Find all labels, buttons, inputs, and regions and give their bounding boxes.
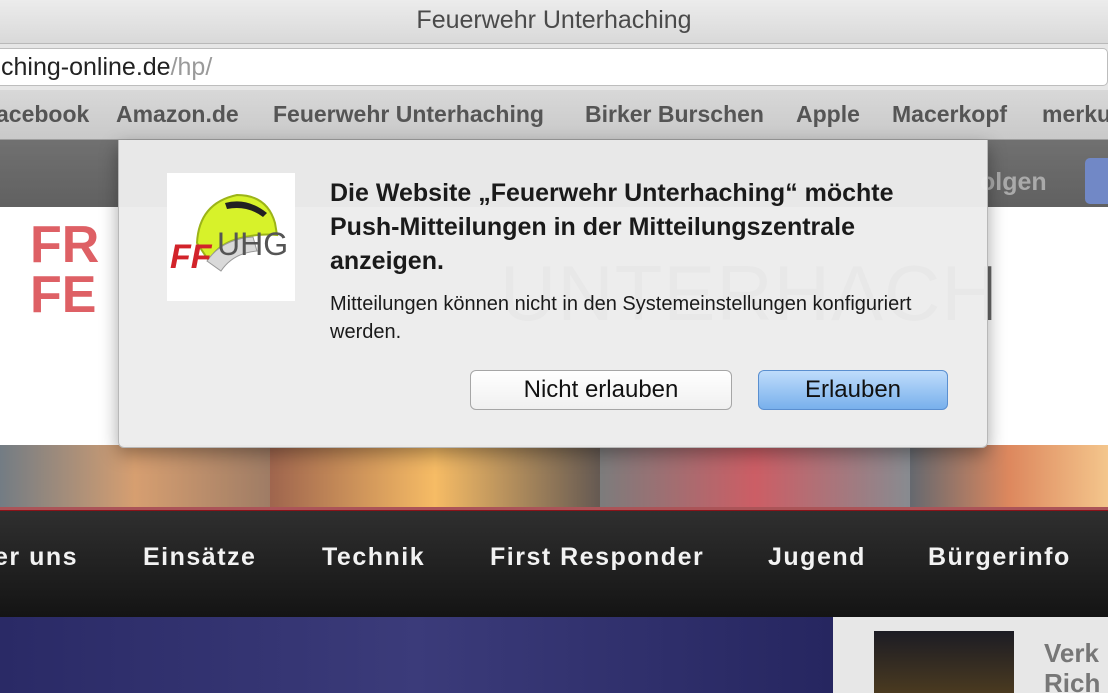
news-thumbnail[interactable]	[874, 631, 1014, 693]
bookmark-apple[interactable]: Apple	[796, 90, 860, 138]
svg-text:FF: FF	[170, 238, 213, 276]
svg-text:UHG: UHG	[217, 226, 288, 262]
allow-button[interactable]: Erlauben	[758, 370, 948, 410]
dialog-title: Die Website „Feuerwehr Unterhaching“ möc…	[330, 179, 894, 275]
news-headline-line-1: Verk	[1044, 638, 1099, 668]
nav-technik[interactable]: Technik	[322, 543, 425, 572]
window-title: Feuerwehr Unterhaching	[416, 6, 692, 34]
deny-button[interactable]: Nicht erlauben	[470, 370, 732, 410]
nav-buergerinfo[interactable]: Bürgerinfo	[928, 543, 1071, 572]
bookmark-amazon[interactable]: Amazon.de	[116, 90, 239, 138]
nav-first-responder[interactable]: First Responder	[490, 543, 704, 572]
main-navigation: er uns Einsätze Technik First Responder …	[0, 511, 1108, 617]
url-field[interactable]: ching-online.de/hp/	[0, 48, 1108, 86]
news-headline-line-2: Rich	[1044, 668, 1101, 693]
nav-ueber-uns[interactable]: er uns	[0, 543, 78, 572]
news-headline[interactable]: Verk Rich	[1044, 638, 1100, 693]
bookmark-birker-burschen[interactable]: Birker Burschen	[585, 90, 764, 138]
main-photo	[0, 617, 833, 693]
bookmarks-bar: acebook Amazon.de Feuerwehr Unterhaching…	[0, 90, 1108, 140]
ffuhg-helmet-logo-icon: FF UHG	[167, 173, 295, 301]
window-title-bar: Feuerwehr Unterhaching	[0, 0, 1108, 44]
url-path: /hp/	[170, 53, 213, 81]
url-host: ching-online.de	[1, 53, 171, 81]
address-bar: ching-online.de/hp/	[0, 44, 1108, 90]
bookmark-macerkopf[interactable]: Macerkopf	[892, 90, 1007, 138]
bookmark-merkur[interactable]: merku	[1042, 90, 1108, 138]
bookmark-facebook[interactable]: acebook	[0, 90, 89, 138]
nav-einsaetze[interactable]: Einsätze	[143, 543, 256, 572]
nav-jugend[interactable]: Jugend	[768, 543, 866, 572]
bookmark-feuerwehr-unterhaching[interactable]: Feuerwehr Unterhaching	[273, 90, 544, 138]
push-notification-dialog: FF UHG Die Website „Feuerwehr Unterhachi…	[118, 140, 988, 448]
dialog-message: Mitteilungen können nicht in den Systeme…	[330, 293, 912, 343]
